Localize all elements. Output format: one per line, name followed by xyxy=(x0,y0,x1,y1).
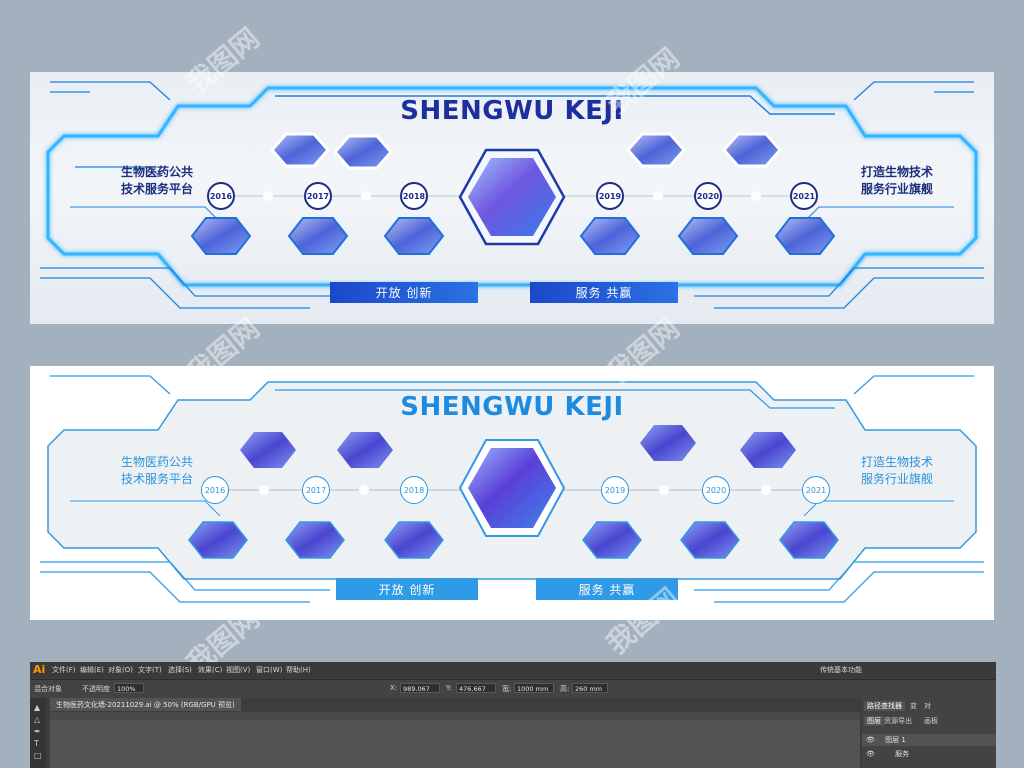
banner-variant-gradient: SHENGWU KEJI 生物医药公共 技术服务平台 打造生物技术 服务行业旗舰… xyxy=(30,72,994,324)
layer-row[interactable]: 👁 图层 1 xyxy=(862,734,996,746)
slogan-button-open-innovate: 开放 创新 xyxy=(336,578,478,600)
banner-title: SHENGWU KEJI xyxy=(400,392,624,422)
eye-icon[interactable]: 👁 xyxy=(866,750,875,758)
selection-tool-icon[interactable]: ▲ xyxy=(34,704,42,712)
menu-type[interactable]: 文字(T) xyxy=(138,665,162,675)
menu-select[interactable]: 选择(S) xyxy=(168,665,192,675)
year-badge: 2017 xyxy=(302,476,330,504)
tab-pathfinder[interactable]: 路径查找器 xyxy=(864,701,905,711)
timeline-dot xyxy=(653,191,663,201)
selection-type: 混合对象 xyxy=(34,685,62,693)
x-label: X: xyxy=(390,684,398,692)
layer-name: 服务 xyxy=(895,750,910,758)
right-slogan: 打造生物技术 服务行业旗舰 xyxy=(860,165,933,196)
slogan-button-service-win: 服务 共赢 xyxy=(530,282,678,303)
tab-artboards[interactable]: 画板 xyxy=(924,716,938,726)
illustrator-window: Ai 文件(F) 编辑(E) 对象(O) 文字(T) 选择(S) 效果(C) 视… xyxy=(30,662,996,768)
year-badge: 2021 xyxy=(790,182,818,210)
timeline-dot xyxy=(361,191,371,201)
timeline-dot xyxy=(761,485,771,495)
y-field[interactable]: 476.667 xyxy=(456,683,496,693)
document-tab[interactable]: 生物医药文化墙-20211029.ai @ 50% (RGB/GPU 预览) xyxy=(50,698,241,711)
year-badge: 2020 xyxy=(702,476,730,504)
menu-object[interactable]: 对象(O) xyxy=(108,665,133,675)
menu-effect[interactable]: 效果(C) xyxy=(198,665,222,675)
timeline-dot xyxy=(259,485,269,495)
year-badge: 2016 xyxy=(201,476,229,504)
year-badge: 2018 xyxy=(400,182,428,210)
slogan-button-open-innovate: 开放 创新 xyxy=(330,282,478,303)
tab-asset-export[interactable]: 资源导出 xyxy=(884,716,912,726)
type-tool-icon[interactable]: T xyxy=(34,740,42,748)
timeline-dot xyxy=(359,485,369,495)
year-badge: 2018 xyxy=(400,476,428,504)
layer-name: 图层 1 xyxy=(885,736,906,744)
app-logo: Ai xyxy=(33,663,46,676)
height-field[interactable]: 260 mm xyxy=(572,683,608,693)
timeline-dot xyxy=(751,191,761,201)
left-slogan: 生物医药公共 技术服务平台 xyxy=(120,165,193,196)
right-slogan: 打造生物技术 服务行业旗舰 xyxy=(860,455,933,486)
menu-view[interactable]: 视图(V) xyxy=(226,665,250,675)
timeline-dot xyxy=(263,191,273,201)
slogan-button-service-win: 服务 共赢 xyxy=(536,578,678,600)
year-badge: 2021 xyxy=(802,476,830,504)
width-field[interactable]: 1000 mm xyxy=(514,683,554,693)
eye-icon[interactable]: 👁 xyxy=(866,736,875,744)
timeline-dot xyxy=(659,485,669,495)
rectangle-tool-icon[interactable]: □ xyxy=(34,752,42,760)
tab-align[interactable]: 对 xyxy=(924,701,931,711)
artboard-canvas[interactable] xyxy=(50,720,860,768)
menu-help[interactable]: 帮助(H) xyxy=(286,665,311,675)
menu-bar: Ai 文件(F) 编辑(E) 对象(O) 文字(T) 选择(S) 效果(C) 视… xyxy=(30,662,996,678)
menu-edit[interactable]: 编辑(E) xyxy=(80,665,104,675)
pen-tool-icon[interactable]: ✒ xyxy=(34,728,42,736)
year-badge: 2016 xyxy=(207,182,235,210)
h-label: 高: xyxy=(560,685,570,693)
layer-row[interactable]: 👁 服务 xyxy=(862,748,996,760)
tab-transform[interactable]: 变 xyxy=(910,701,917,711)
direct-select-tool-icon[interactable]: △ xyxy=(34,716,42,724)
layers-panel: 路径查找器 变 对 图层 资源导出 画板 👁 图层 1 👁 服务 xyxy=(862,698,996,768)
tools-panel: ▲ △ ✒ T □ xyxy=(30,698,46,768)
year-badge: 2020 xyxy=(694,182,722,210)
banner-variant-white: SHENGWU KEJI 生物医药公共 技术服务平台 打造生物技术 服务行业旗舰… xyxy=(30,366,994,620)
control-bar: 混合对象 不透明度 100% X: 989.067 Y: 476.667 宽: … xyxy=(30,679,996,698)
year-badge: 2019 xyxy=(601,476,629,504)
y-label: Y: xyxy=(446,684,452,692)
menu-window[interactable]: 窗口(W) xyxy=(256,665,282,675)
opacity-label: 不透明度 xyxy=(82,685,110,693)
workspace-switcher[interactable]: 传统基本功能 xyxy=(820,665,862,675)
year-badge: 2017 xyxy=(304,182,332,210)
tab-layers[interactable]: 图层 xyxy=(864,716,884,726)
banner-title: SHENGWU KEJI xyxy=(400,96,624,126)
w-label: 宽: xyxy=(502,685,512,693)
year-badge: 2019 xyxy=(596,182,624,210)
opacity-field[interactable]: 100% xyxy=(114,683,144,693)
x-field[interactable]: 989.067 xyxy=(400,683,440,693)
menu-file[interactable]: 文件(F) xyxy=(52,665,76,675)
